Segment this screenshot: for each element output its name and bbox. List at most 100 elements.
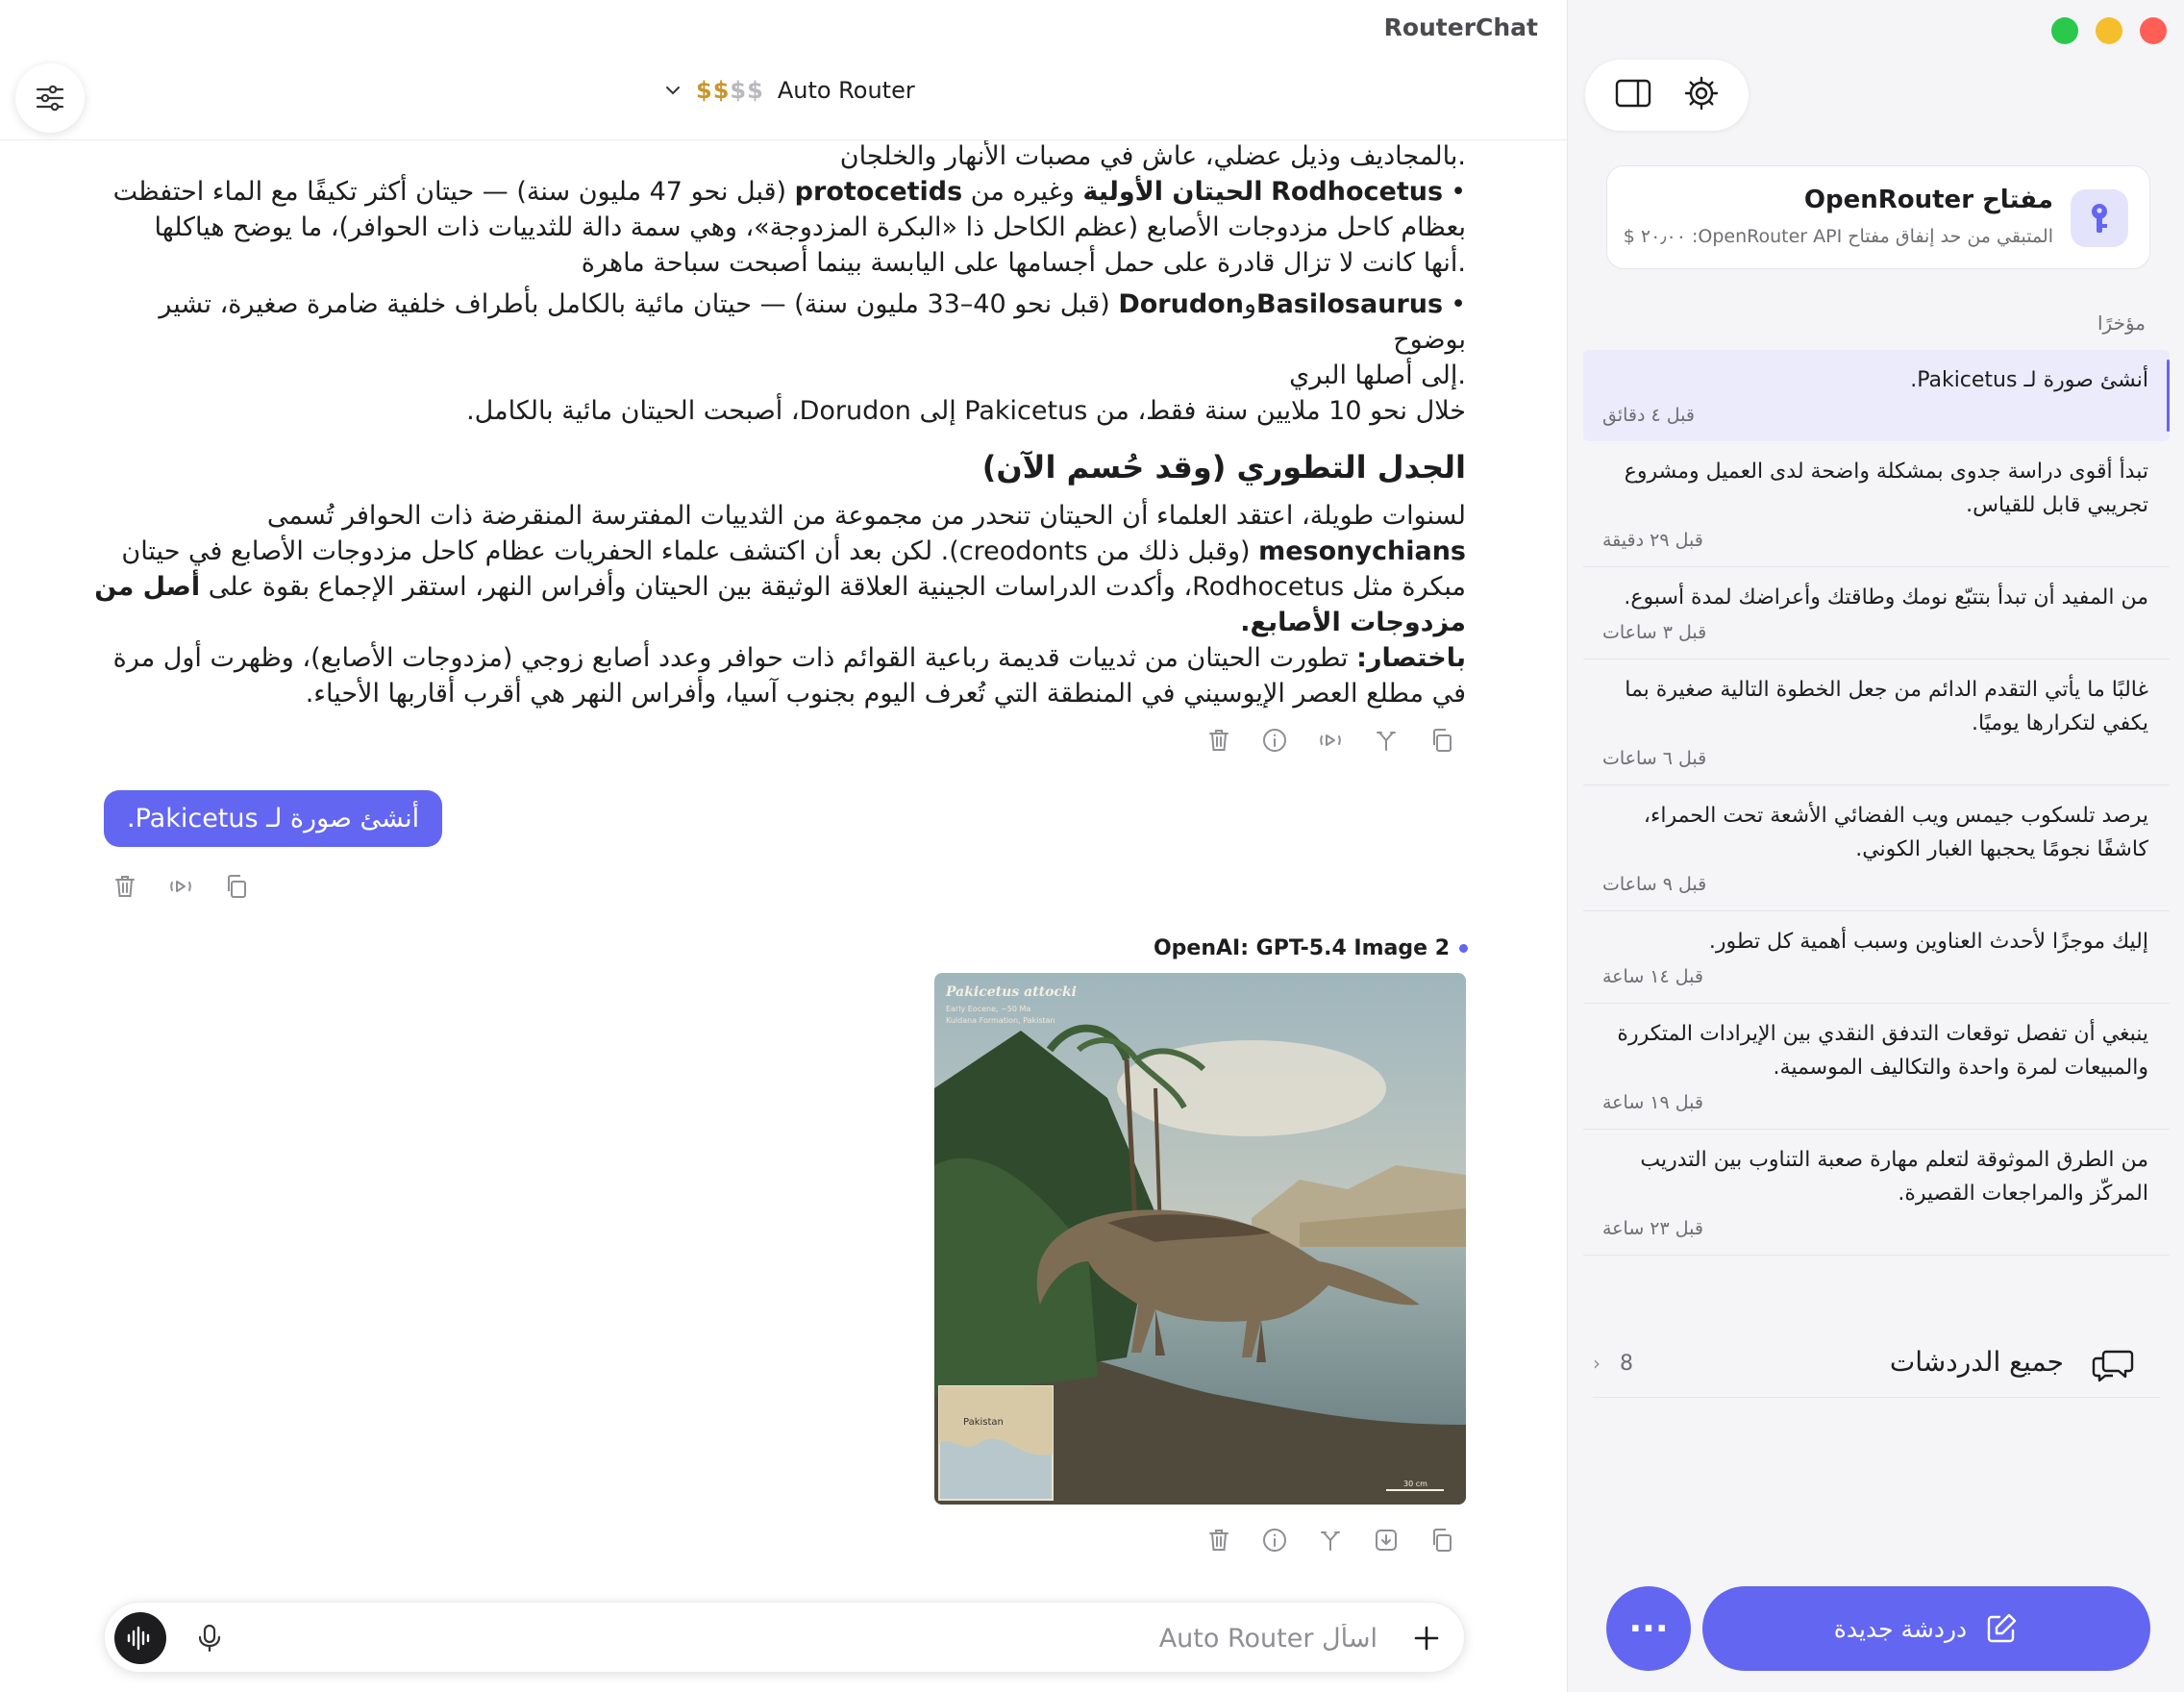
- read-aloud-button[interactable]: [167, 873, 194, 900]
- delete-button[interactable]: [1205, 1527, 1232, 1554]
- chat-history-item[interactable]: إليك موجزًا لأحدث العناوين وسبب أهمية كل…: [1583, 911, 2170, 1004]
- chat-history-item[interactable]: من المفيد أن تبدأ بتتبّع نومك وطاقتك وأع…: [1583, 567, 2170, 659]
- microphone-button[interactable]: [193, 1622, 226, 1655]
- branch-icon: [1321, 1531, 1340, 1551]
- attach-button[interactable]: [1408, 1620, 1445, 1656]
- plus-icon: [1414, 1626, 1439, 1651]
- svg-text:Pakicetus attocki: Pakicetus attocki: [945, 984, 1077, 1000]
- download-button[interactable]: [1373, 1527, 1400, 1554]
- composer: [104, 1602, 1465, 1673]
- chat-time: قبل ٩ ساعات: [1602, 874, 1707, 895]
- text-line: .بالمجاديف وذيل عضلي، عاش في مصبات الأنه…: [839, 141, 1466, 171]
- generated-image[interactable]: Pakistan Pakicetus attocki Early Eocene,…: [934, 973, 1466, 1505]
- paragraph: لسنوات طويلة، اعتقد العلماء أن الحيتان ت…: [94, 501, 1466, 637]
- chat-bubbles-icon: [2092, 1350, 2134, 1382]
- chevron-right-icon: ›: [1593, 1352, 1601, 1375]
- user-message-bubble: أنشئ صورة لـ Pakicetus.: [104, 790, 443, 847]
- waveform-icon: [127, 1626, 150, 1651]
- new-chat-label: دردشة جديدة: [1833, 1614, 1968, 1643]
- new-chat-button[interactable]: دردشة جديدة: [1702, 1586, 2150, 1671]
- model-name: Auto Router: [777, 77, 915, 104]
- recent-section-label: مؤخرًا: [2097, 311, 2146, 335]
- window-minimize-button[interactable]: [2096, 17, 2122, 44]
- copy-icon: [228, 875, 246, 898]
- chat-title: غالبًا ما يأتي التقدم الدائم من جعل الخط…: [1625, 678, 2148, 735]
- chat-title: أنشئ صورة لـ Pakicetus.: [1910, 368, 2148, 392]
- compose-icon: [1988, 1613, 2017, 1643]
- message-list: .بالمجاديف وذيل عضلي، عاش في مصبات الأنه…: [0, 140, 1567, 1582]
- all-chats-link[interactable]: جميع الدردشات 8 ›: [1593, 1334, 2160, 1398]
- chat-time: قبل ٦ ساعات: [1602, 748, 1707, 769]
- chat-title: يرصد تلسكوب جيمس ويب الفضائي الأشعة تحت …: [1643, 804, 2148, 861]
- all-chats-count: 8: [1620, 1352, 1633, 1376]
- copy-icon: [1433, 729, 1452, 752]
- chat-history-item[interactable]: تبدأ أقوى دراسة جدوى بمشكلة واضحة لدى ال…: [1583, 441, 2170, 567]
- api-key-card[interactable]: مفتاح OpenRouter المتبقي من حد إنفاق مفت…: [1606, 165, 2150, 269]
- chat-time: قبل ٣ ساعات: [1602, 622, 1707, 643]
- chat-title: من المفيد أن تبدأ بتتبّع نومك وطاقتك وأع…: [1624, 585, 2148, 610]
- chat-history-item[interactable]: أنشئ صورة لـ Pakicetus. قبل ٤ دقائق: [1583, 350, 2170, 441]
- chat-panel: RouterChat $$$$ Auto Router .بالمجاديف و…: [0, 0, 1567, 1692]
- delete-button[interactable]: [112, 873, 138, 900]
- paragraph: باختصار: تطورت الحيتان من ثدييات قديمة ر…: [112, 643, 1466, 709]
- chat-history-item[interactable]: غالبًا ما يأتي التقدم الدائم من جعل الخط…: [1583, 659, 2170, 785]
- section-heading: الجدل التطوري (وقد حُسم الآن): [981, 449, 1466, 485]
- chat-history-list: أنشئ صورة لـ Pakicetus. قبل ٤ دقائق تبدأ…: [1583, 350, 2170, 1256]
- delete-button[interactable]: [1205, 727, 1232, 754]
- window-zoom-button[interactable]: [2051, 17, 2078, 44]
- settings-button[interactable]: [1683, 75, 1720, 115]
- branch-button[interactable]: [1373, 727, 1400, 754]
- sidebar-toolbar: [1585, 60, 1749, 131]
- chat-history-item[interactable]: ينبغي أن تفصل توقعات التدفق النقدي بين ا…: [1583, 1004, 2170, 1130]
- key-card-title: مفتاح OpenRouter: [1803, 186, 2053, 214]
- download-icon: [1376, 1530, 1397, 1551]
- user-actions: [112, 873, 250, 900]
- assistant-actions: [1205, 727, 1455, 754]
- key-card-subtitle: المتبقي من حد إنفاق مفتاح OpenRouter API…: [1623, 226, 2053, 247]
- chat-input[interactable]: [249, 1616, 1377, 1660]
- app-title: RouterChat: [1383, 13, 1538, 41]
- list-item: •Rodhocetus الحيتان الأولية وغيره من pro…: [112, 177, 1466, 278]
- trash-icon: [1209, 1530, 1228, 1551]
- all-chats-label: جميع الدردشات: [1889, 1346, 2064, 1378]
- key-icon: [2071, 189, 2128, 247]
- speaker-icon: [170, 881, 191, 892]
- toggle-sidebar-button[interactable]: [1614, 77, 1652, 113]
- svg-text:Pakistan: Pakistan: [963, 1417, 1004, 1428]
- chat-time: قبل ٢٣ ساعة: [1602, 1218, 1703, 1239]
- info-icon: [1263, 729, 1286, 752]
- chat-time: قبل ٢٩ دقيقة: [1602, 530, 1703, 551]
- sliders-icon: [36, 85, 64, 112]
- svg-text:Kuldana Formation, Pakistan: Kuldana Formation, Pakistan: [946, 1016, 1055, 1025]
- chat-time: قبل ٤ دقائق: [1602, 405, 1695, 426]
- copy-icon: [1433, 1529, 1452, 1552]
- more-button[interactable]: ···: [1606, 1586, 1691, 1671]
- info-button[interactable]: [1261, 1527, 1288, 1554]
- window-close-button[interactable]: [2140, 17, 2167, 44]
- list-item: •BasilosaurusوDorudon (قبل نحو 40–33 ملي…: [159, 289, 1466, 390]
- chat-title: تبدأ أقوى دراسة جدوى بمشكلة واضحة لدى ال…: [1624, 460, 2148, 517]
- info-button[interactable]: [1261, 727, 1288, 754]
- branch-button[interactable]: [1317, 1527, 1344, 1554]
- settings-sliders-button[interactable]: [15, 63, 85, 133]
- voice-mode-button[interactable]: [114, 1612, 166, 1664]
- copy-button[interactable]: [223, 873, 250, 900]
- chat-history-item[interactable]: من الطرق الموثوقة لتعلم مهارة صعبة التنا…: [1583, 1130, 2170, 1256]
- copy-button[interactable]: [1428, 727, 1455, 754]
- info-icon: [1263, 1529, 1286, 1552]
- assistant-message: .بالمجاديف وذيل عضلي، عاش في مصبات الأنه…: [82, 140, 1466, 711]
- price-indicator: $$$$: [696, 77, 764, 104]
- chat-title: من الطرق الموثوقة لتعلم مهارة صعبة التنا…: [1640, 1148, 2148, 1206]
- pakicetus-illustration: Pakistan Pakicetus attocki Early Eocene,…: [934, 973, 1466, 1505]
- chat-time: قبل ١٤ ساعة: [1602, 966, 1703, 987]
- model-selector[interactable]: $$$$ Auto Router: [663, 77, 915, 104]
- read-aloud-button[interactable]: [1317, 727, 1344, 754]
- chat-history-item[interactable]: يرصد تلسكوب جيمس ويب الفضائي الأشعة تحت …: [1583, 785, 2170, 911]
- branch-icon: [1377, 732, 1396, 751]
- image-actions: [1205, 1527, 1455, 1554]
- model-tag: OpenAI: GPT-5.4 Image 2: [1154, 936, 1468, 960]
- chat-title: إليك موجزًا لأحدث العناوين وسبب أهمية كل…: [1708, 930, 2148, 954]
- chat-title: ينبغي أن تفصل توقعات التدفق النقدي بين ا…: [1617, 1022, 2148, 1080]
- ellipsis-icon: ···: [1628, 1608, 1669, 1649]
- copy-button[interactable]: [1428, 1527, 1455, 1554]
